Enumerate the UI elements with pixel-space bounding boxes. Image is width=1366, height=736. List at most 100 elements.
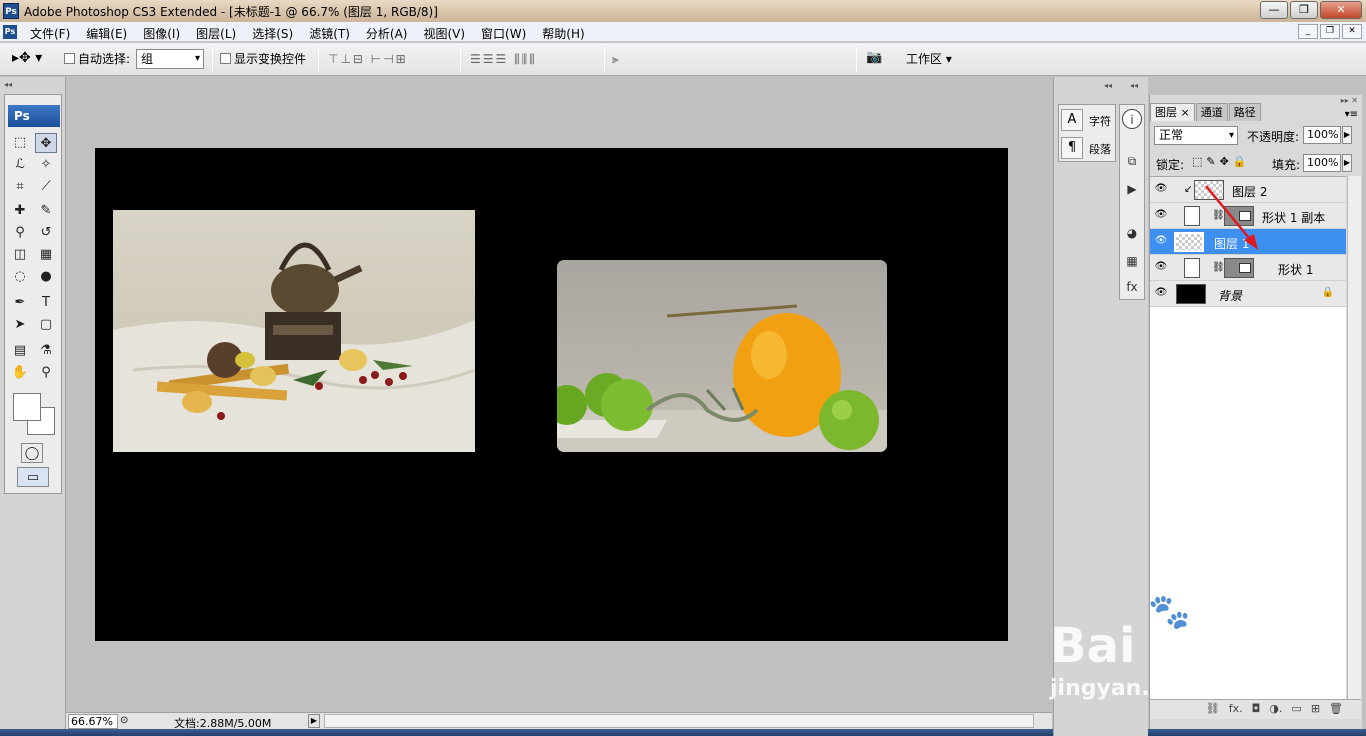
lock-label: 锁定: <box>1156 158 1185 172</box>
healing-brush-tool-icon[interactable]: ✚ <box>9 201 31 221</box>
doc-minimize-button[interactable]: _ <box>1298 24 1318 39</box>
layer-row-shape1[interactable]: 👁 ⛓ 形状 1 <box>1150 255 1346 281</box>
menu-layer[interactable]: 图层(L) <box>188 25 244 42</box>
zoom-tool-icon[interactable]: ⚲ <box>35 363 57 383</box>
collapse-icon[interactable]: ◂◂ <box>1130 81 1138 90</box>
layer-style-icon[interactable]: fx. <box>1229 700 1243 719</box>
history-brush-tool-icon[interactable]: ↺ <box>35 223 57 243</box>
photoshop-app-icon: Ps <box>3 3 19 19</box>
workspace-menu[interactable]: 工作区 ▾ <box>906 50 952 67</box>
ps-menu-icon[interactable]: Ps <box>3 25 17 39</box>
lock-buttons-icon[interactable]: ⬚✎✥🔒 <box>1192 155 1251 168</box>
notes-tool-icon[interactable]: ▤ <box>9 341 31 361</box>
zoom-field[interactable]: 66.67% <box>68 714 118 729</box>
horizontal-scrollbar[interactable] <box>324 714 1034 728</box>
align-buttons-icon[interactable]: ⊤⊥⊟ ⊢⊣⊞ <box>328 52 408 66</box>
eyedropper-tool-icon[interactable]: ⚗ <box>35 341 57 361</box>
menu-select[interactable]: 选择(S) <box>244 25 301 42</box>
layer-name[interactable]: 形状 1 副本 <box>1262 209 1325 226</box>
color-palette-icon[interactable]: ◕ <box>1122 223 1142 243</box>
menu-image[interactable]: 图像(I) <box>135 25 188 42</box>
hand-tool-icon[interactable]: ✋ <box>9 363 31 383</box>
visibility-eye-icon[interactable]: 👁 <box>1154 183 1168 195</box>
adjustment-layer-icon[interactable]: ◑. <box>1269 700 1282 719</box>
add-mask-icon[interactable]: ◘ <box>1252 700 1261 719</box>
auto-select-dropdown[interactable]: 组 <box>136 49 204 69</box>
blend-mode-dropdown[interactable]: 正常 <box>1154 126 1238 145</box>
minimize-button[interactable]: — <box>1260 1 1288 19</box>
dodge-tool-icon[interactable]: ● <box>35 267 57 287</box>
tab-channels[interactable]: 通道 <box>1195 103 1228 121</box>
distribute-buttons-icon[interactable]: ☰☰☰ ⫼⫼⫼ <box>470 52 537 67</box>
menu-file[interactable]: 文件(F) <box>22 25 78 42</box>
visibility-eye-icon[interactable]: 👁 <box>1154 287 1168 299</box>
auto-align-icon[interactable]: ⫸ <box>612 52 621 67</box>
pen-tool-icon[interactable]: ✒ <box>9 293 31 313</box>
eraser-tool-icon[interactable]: ◫ <box>9 245 31 265</box>
actions-icon[interactable]: ▶ <box>1122 179 1142 199</box>
fill-field[interactable]: 100% <box>1303 154 1341 172</box>
layer-row-background[interactable]: 👁 背景 🔒 <box>1150 281 1346 307</box>
separator <box>604 47 605 72</box>
history-icon[interactable]: ⧉ <box>1122 151 1142 171</box>
move-tool-icon[interactable]: ✥ <box>35 133 57 153</box>
clone-stamp-tool-icon[interactable]: ⚲ <box>9 223 31 243</box>
gradient-tool-icon[interactable]: ▦ <box>35 245 57 265</box>
marquee-tool-icon[interactable]: ⬚ <box>9 133 31 153</box>
doc-close-button[interactable]: ✕ <box>1342 24 1362 39</box>
foreground-color-swatch[interactable] <box>13 393 41 421</box>
menu-view[interactable]: 视图(V) <box>415 25 473 42</box>
path-selection-tool-icon[interactable]: ➤ <box>9 315 31 335</box>
status-info-icon[interactable]: ⊙ <box>120 715 128 726</box>
opacity-arrow-icon[interactable]: ▶ <box>1342 126 1352 144</box>
info-icon[interactable]: i <box>1122 109 1142 129</box>
slice-tool-icon[interactable]: ⟋ <box>35 177 57 197</box>
maximize-button[interactable]: ❐ <box>1290 1 1318 19</box>
new-group-icon[interactable]: ▭ <box>1291 700 1301 719</box>
delete-layer-icon[interactable]: 🗑 <box>1329 700 1343 719</box>
doc-restore-button[interactable]: ❐ <box>1320 24 1340 39</box>
magic-wand-tool-icon[interactable]: ✧ <box>35 155 57 175</box>
character-panel-button[interactable]: A 字符 <box>1061 107 1115 133</box>
styles-icon[interactable]: fx <box>1122 277 1142 297</box>
shape-tool-icon[interactable]: ▢ <box>35 315 57 335</box>
crop-tool-icon[interactable]: ⌗ <box>9 177 31 197</box>
layers-vertical-scrollbar[interactable] <box>1347 176 1361 711</box>
layer-name[interactable]: 背景 <box>1218 287 1242 304</box>
panel-menu-icon[interactable]: ▾≡ <box>1345 109 1358 120</box>
visibility-eye-icon[interactable]: 👁 <box>1154 261 1168 273</box>
status-menu-arrow-icon[interactable]: ▶ <box>308 714 320 728</box>
screen-mode-icon[interactable]: ▭ <box>17 467 49 487</box>
lasso-tool-icon[interactable]: ℒ <box>9 155 31 175</box>
menu-window[interactable]: 窗口(W) <box>473 25 534 42</box>
collapse-icon[interactable]: ◂◂ <box>4 80 12 89</box>
menu-analysis[interactable]: 分析(A) <box>358 25 416 42</box>
new-layer-icon[interactable]: ⊞ <box>1311 700 1320 719</box>
swatches-icon[interactable]: ▦ <box>1122 251 1142 271</box>
brush-tool-icon[interactable]: ✎ <box>35 201 57 221</box>
collapse-icon[interactable]: ▸▸ ✕ <box>1341 96 1358 105</box>
bridge-icon[interactable]: 📷 <box>866 50 888 68</box>
menu-help[interactable]: 帮助(H) <box>534 25 592 42</box>
type-tool-icon[interactable]: T <box>35 293 57 313</box>
visibility-eye-icon[interactable]: 👁 <box>1154 235 1168 247</box>
menu-edit[interactable]: 编辑(E) <box>78 25 135 42</box>
collapse-icon[interactable]: ◂◂ <box>1104 81 1112 90</box>
auto-select-checkbox[interactable] <box>64 53 75 64</box>
close-button[interactable]: ✕ <box>1320 1 1362 19</box>
visibility-eye-icon[interactable]: 👁 <box>1154 209 1168 221</box>
move-tool-preset-icon[interactable]: ▸✥ ▾ <box>12 50 42 66</box>
fill-arrow-icon[interactable]: ▶ <box>1342 154 1352 172</box>
paragraph-panel-button[interactable]: ¶ 段落 <box>1061 135 1115 161</box>
menu-filter[interactable]: 滤镜(T) <box>301 25 358 42</box>
separator <box>460 47 461 72</box>
blur-tool-icon[interactable]: ◌ <box>9 267 31 287</box>
link-layers-icon[interactable]: ⛓ <box>1206 700 1220 719</box>
opacity-field[interactable]: 100% <box>1303 126 1341 144</box>
lock-icon: 🔒 <box>1321 287 1334 298</box>
show-transform-checkbox[interactable] <box>220 53 231 64</box>
tab-layers[interactable]: 图层 × <box>1150 103 1195 121</box>
quick-mask-icon[interactable]: ◯ <box>21 443 43 463</box>
layer-name[interactable]: 形状 1 <box>1278 261 1313 278</box>
tab-paths[interactable]: 路径 <box>1228 103 1261 121</box>
